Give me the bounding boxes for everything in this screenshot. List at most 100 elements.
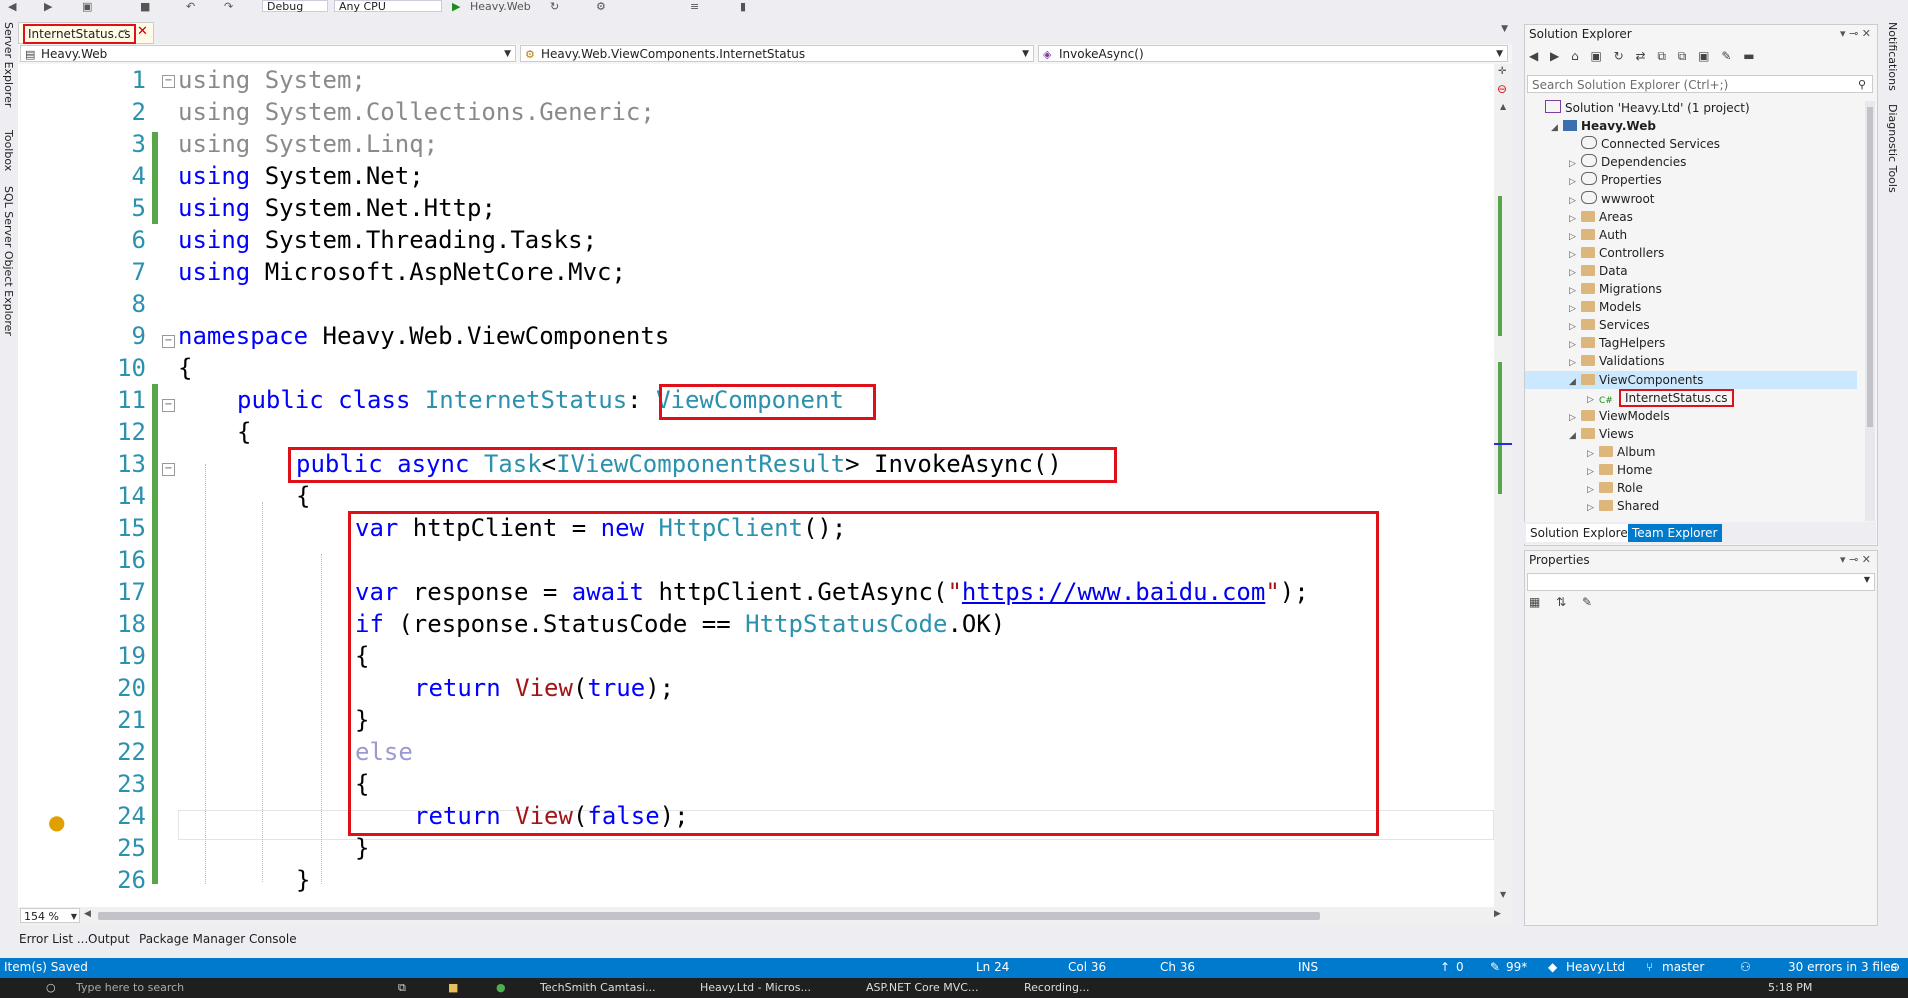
class-dropdown[interactable]: ⚙ Heavy.Web.ViewComponents.InternetStatu… [520, 45, 1034, 62]
tree-item[interactable]: ▷ Shared [1587, 497, 1659, 515]
diagnostic-tools-tab[interactable]: Diagnostic Tools [1886, 104, 1899, 193]
tree-item[interactable]: ▷ Migrations [1569, 280, 1662, 298]
line-number: 22 [117, 738, 146, 766]
file-explorer-icon[interactable]: ■ [448, 981, 458, 994]
server-explorer-tab[interactable]: Server Explorer [2, 22, 15, 107]
tab-solution-explorer[interactable]: Solution Explorer [1526, 524, 1637, 542]
tree-item[interactable]: ▷ Controllers [1569, 244, 1664, 262]
tree-item[interactable]: ▷ ViewModels [1569, 407, 1670, 425]
collapsed-chevron-icon[interactable]: ▷ [1587, 499, 1599, 517]
tree-item[interactable]: ▷ Services [1569, 316, 1650, 334]
browser-link-icon[interactable]: ⚙ [596, 0, 606, 13]
taskbar-app-camtasia[interactable]: TechSmith Camtasi... [540, 981, 656, 994]
tree-item[interactable]: ▷ Role [1587, 479, 1643, 497]
toolbox-tab[interactable]: Toolbox [2, 130, 15, 171]
properties-toolbar[interactable]: ▦ ⇅ ✎ [1529, 595, 1598, 609]
undo-icon[interactable]: ↶ [186, 0, 195, 13]
scroll-up-icon[interactable]: ▲ [1500, 102, 1506, 111]
expanded-chevron-icon[interactable]: ◢ [1569, 373, 1581, 391]
tree-item[interactable]: ◢ Views [1569, 425, 1634, 443]
collapse-icon[interactable]: − [162, 335, 175, 348]
solution-config-select[interactable]: Debug [262, 0, 328, 12]
tree-item[interactable]: ▷ C# InternetStatus.cs [1587, 388, 1734, 407]
close-icon[interactable]: ✕ [137, 24, 148, 39]
tree-item[interactable]: ▷ Areas [1569, 208, 1633, 226]
push-icon[interactable]: ↑ [1440, 960, 1450, 974]
status-pending-changes[interactable]: 99* [1506, 960, 1527, 974]
tree-item[interactable]: ▷ Properties [1569, 171, 1662, 189]
tree-item[interactable]: ◢ ViewComponents [1525, 370, 1857, 391]
status-pushes[interactable]: 0 [1456, 960, 1464, 974]
expanded-chevron-icon[interactable]: ◢ [1569, 427, 1581, 445]
tree-scroll-thumb[interactable] [1867, 107, 1873, 427]
code-editor[interactable]: − − − − ● 1 2 3 4 5 6 7 8 9 10 11 12 13 … [18, 64, 1494, 907]
tree-item[interactable]: ▷ wwwroot [1569, 190, 1655, 208]
tree-item[interactable]: ▷ Validations [1569, 352, 1665, 370]
horizontal-scroll-thumb[interactable] [98, 912, 1320, 920]
document-tab-internetstatus[interactable]: InternetStatus.cs ⊸ ✕ [18, 22, 154, 44]
save-icon[interactable]: ■ [140, 0, 150, 13]
tab-overflow-icon[interactable]: ▼ [1501, 24, 1508, 34]
search-icon[interactable]: ○ [46, 981, 56, 994]
tree-item[interactable]: ▷ TagHelpers [1569, 334, 1665, 352]
status-repository[interactable]: Heavy.Ltd [1566, 960, 1625, 974]
tree-item[interactable]: ▷ Data [1569, 262, 1628, 280]
tree-item[interactable]: Connected Services [1569, 135, 1720, 153]
project-dropdown[interactable]: ▤ Heavy.Web ▼ [20, 45, 516, 62]
collapse-icon[interactable]: − [162, 399, 175, 412]
tree-item[interactable]: ▷ Home [1587, 461, 1652, 479]
navigate-back-icon[interactable]: ◀ [8, 0, 16, 13]
tree-item[interactable]: ▷ Album [1587, 443, 1655, 461]
solution-explorer-toolbar[interactable]: ◀ ▶ ⌂ ▣ ↻ ⇄ ⧉ ⧉ ▣ ✎ ▬ [1529, 49, 1759, 64]
taskbar-app-visual-studio[interactable]: Heavy.Ltd - Micros... [700, 981, 811, 994]
folder-icon [1581, 246, 1595, 258]
tree-item[interactable]: ▷ Auth [1569, 226, 1627, 244]
panel-controls[interactable]: ▾ ⊸ ✕ [1840, 27, 1871, 40]
navigate-forward-icon[interactable]: ▶ [44, 0, 52, 13]
notifications-tab[interactable]: Notifications [1886, 22, 1899, 91]
editor-vertical-scrollbar[interactable]: ✛ ⊖ ▲ ▼ [1494, 64, 1512, 907]
start-target-label[interactable]: Heavy.Web [470, 0, 531, 13]
tab-package-manager-console[interactable]: Package Manager Console [139, 932, 297, 946]
properties-object-select[interactable]: ▼ [1527, 573, 1875, 591]
tree-item[interactable]: Solution 'Heavy.Ltd' (1 project) [1533, 99, 1750, 117]
chrome-icon[interactable]: ● [496, 981, 506, 994]
expanded-chevron-icon[interactable]: ◢ [1551, 119, 1563, 137]
scroll-left-icon[interactable]: ◀ [84, 909, 91, 919]
solution-platform-select[interactable]: Any CPU [334, 0, 442, 12]
folder-icon [1581, 319, 1595, 331]
collapse-icon[interactable]: − [162, 75, 175, 88]
scroll-down-icon[interactable]: ▼ [1500, 890, 1506, 899]
task-view-icon[interactable]: ⧉ [398, 981, 406, 995]
pin-icon[interactable]: ⊸ [119, 26, 127, 37]
tab-team-explorer[interactable]: Team Explorer [1628, 524, 1722, 542]
status-branch[interactable]: master [1662, 960, 1704, 974]
tree-scrollbar[interactable] [1865, 101, 1875, 521]
new-project-icon[interactable]: ▣ [82, 0, 92, 13]
tree-item[interactable]: ▷ Models [1569, 298, 1641, 316]
member-dropdown[interactable]: ◈ InvokeAsync() ▼ [1038, 45, 1508, 62]
panel-controls[interactable]: ▾ ⊸ ✕ [1840, 553, 1871, 566]
scroll-right-icon[interactable]: ▶ [1494, 909, 1501, 919]
taskbar-app-powerpoint[interactable]: ASP.NET Core MVC... [866, 981, 978, 994]
solution-explorer-search-input[interactable]: Search Solution Explorer (Ctrl+;) ⚲ [1527, 75, 1873, 93]
zoom-level-select[interactable]: 154 % ▼ [20, 908, 80, 923]
collapse-icon[interactable]: − [162, 463, 175, 476]
tree-item[interactable]: ▷ Dependencies [1569, 153, 1686, 171]
tab-error-list[interactable]: Error List ... [19, 932, 88, 946]
split-icon[interactable]: ✛ [1498, 66, 1506, 77]
status-errors[interactable]: 30 errors in 3 files [1788, 960, 1897, 974]
taskbar-app-recording[interactable]: Recording... [1024, 981, 1090, 994]
sql-server-object-explorer-tab[interactable]: SQL Server Object Explorer [2, 186, 15, 336]
editor-horizontal-scrollbar[interactable]: 154 % ▼ ◀ ▶ [18, 907, 1512, 925]
bookmark-icon[interactable]: ▮ [740, 0, 746, 13]
error-badge-icon[interactable]: ⊖ [1890, 960, 1900, 974]
tree-item[interactable]: ◢ Heavy.Web [1551, 117, 1656, 135]
refresh-icon[interactable]: ↻ [550, 0, 559, 13]
comment-icon[interactable]: ≡ [690, 0, 699, 13]
tab-output[interactable]: Output [88, 932, 130, 946]
taskbar-search-input[interactable]: Type here to search [76, 981, 184, 994]
redo-icon[interactable]: ↷ [224, 0, 233, 13]
start-debug-icon[interactable]: ▶ [452, 0, 460, 13]
status-message: Item(s) Saved [4, 960, 88, 974]
